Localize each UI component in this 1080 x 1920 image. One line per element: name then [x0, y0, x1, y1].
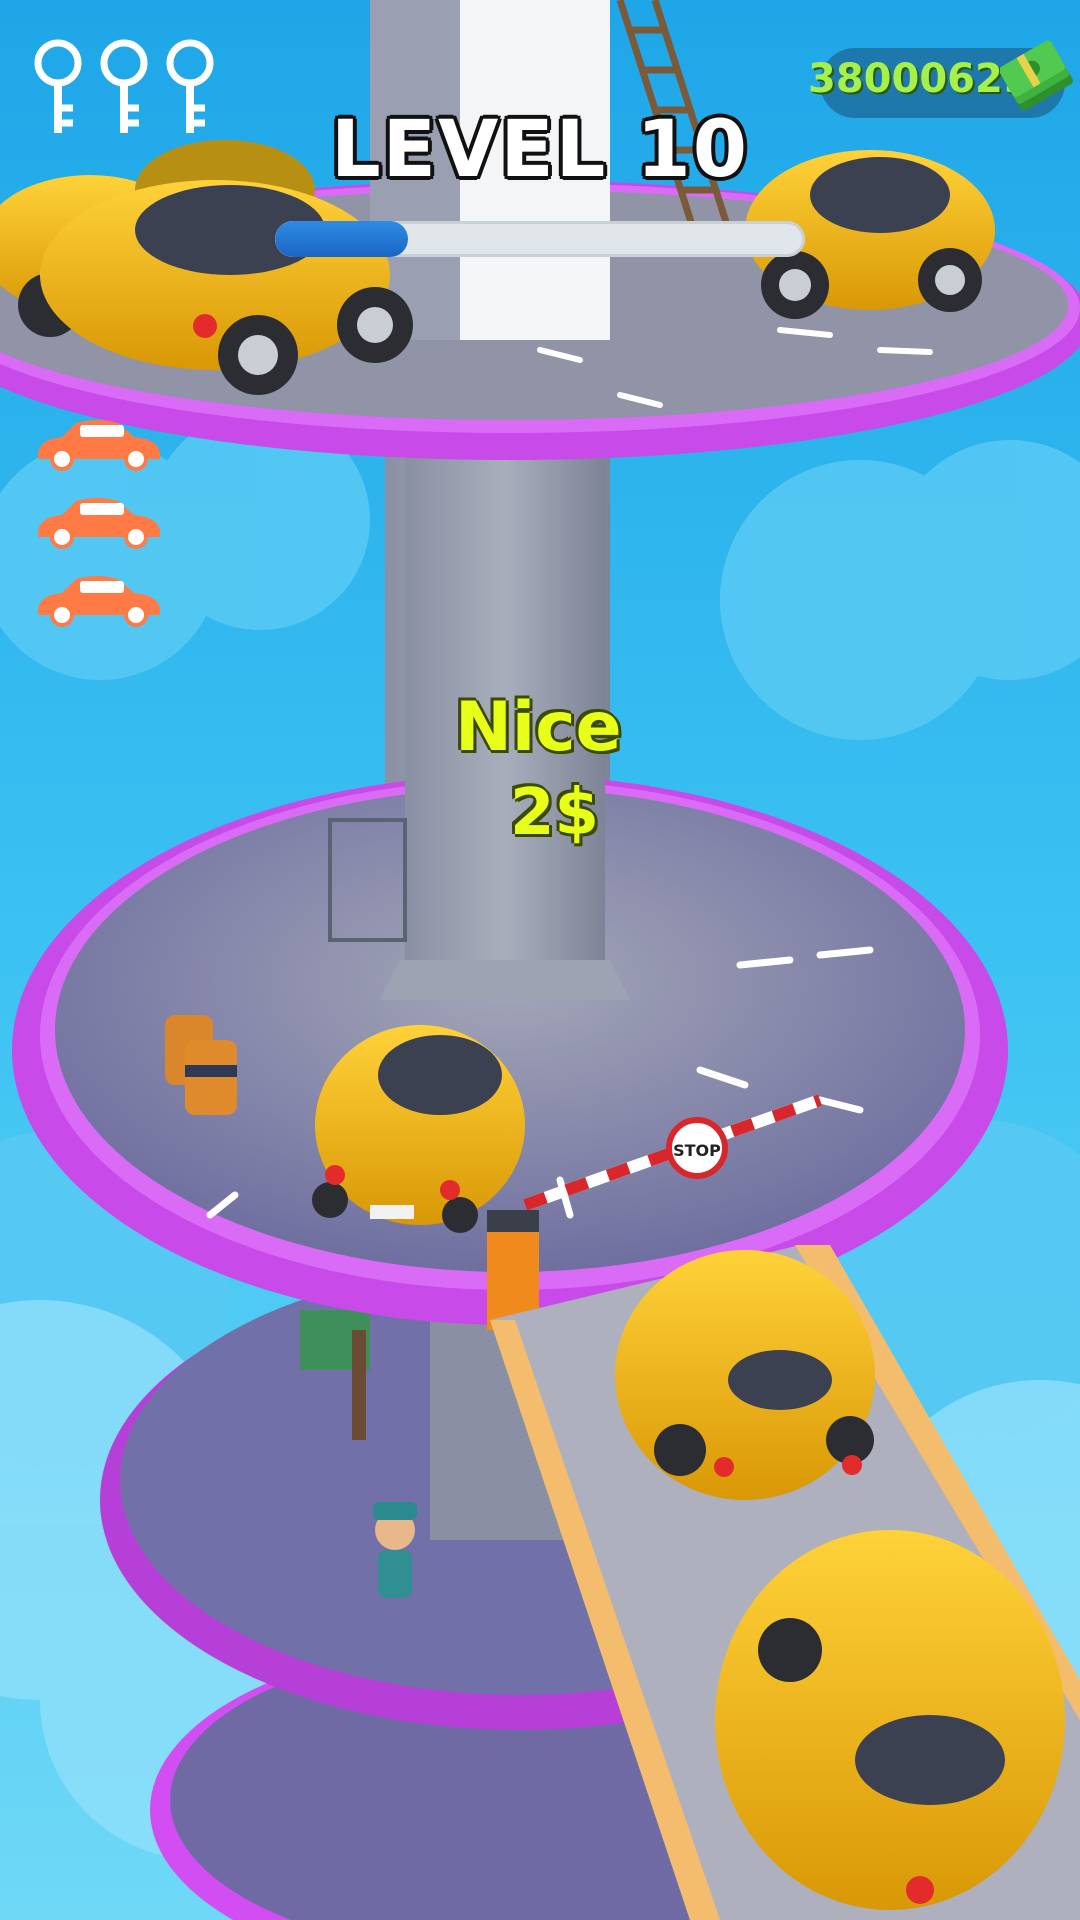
- nice-popup-title: Nice: [455, 688, 622, 767]
- stop-sign-text: STOP: [673, 1141, 721, 1160]
- reward-popup-amount: 2$: [510, 776, 600, 850]
- level-progress-bar: [275, 221, 805, 257]
- car-queue-ramp-1: [615, 1250, 875, 1500]
- level-title: LEVEL 10: [330, 105, 750, 195]
- level-progress-fill: [275, 221, 408, 257]
- money-value: 38000629: [808, 56, 1031, 102]
- cash-stack-icon: [1000, 40, 1074, 111]
- lives-list: [32, 415, 167, 649]
- life-car-icon: [38, 576, 160, 627]
- life-car-icon: [38, 420, 160, 471]
- car-queue-ramp-2: [715, 1530, 1065, 1910]
- life-car-icon: [38, 498, 160, 549]
- game-scene[interactable]: STOP: [0, 0, 1080, 1920]
